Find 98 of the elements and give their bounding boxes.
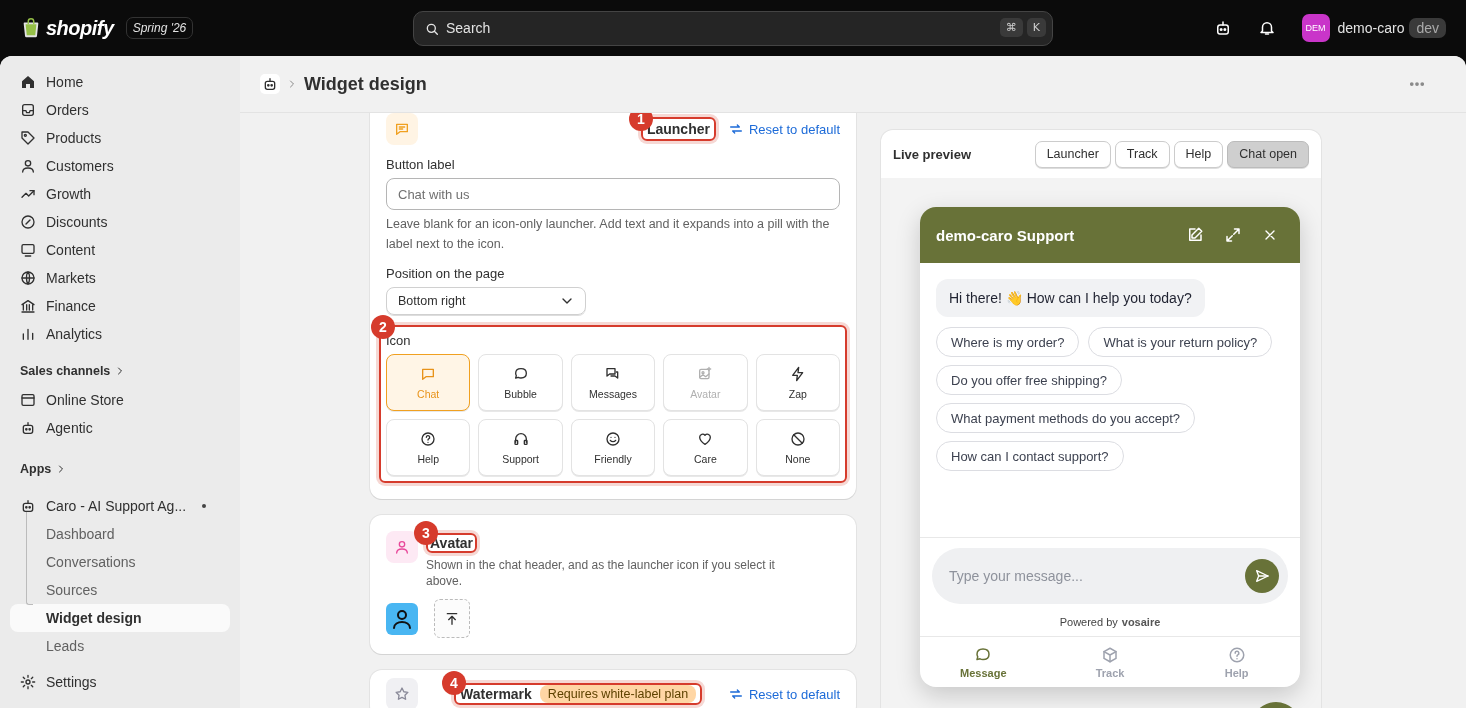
suggestion-chip[interactable]: How can I contact support? [936,441,1124,471]
speech-bubble-icon [512,365,529,382]
help-text: Leave blank for an icon-only launcher. Add text and it expands into a pill with the label next to the icon. [386,216,831,253]
bell-icon[interactable] [1257,19,1276,37]
preview-mode-tab[interactable]: Launcher [1034,140,1111,168]
suggestion-chip[interactable]: Where is my order? [936,327,1080,357]
field-label: Position on the page [386,266,506,281]
store-icon [20,392,36,408]
icon-option[interactable]: Friendly [570,419,656,476]
nav-item[interactable]: Content [10,236,230,264]
nav-item[interactable]: Home [10,68,230,96]
preview-mode-tab[interactable]: Help [1173,140,1224,168]
nav-item[interactable]: Growth [10,180,230,208]
nav-item[interactable]: Products [10,124,230,152]
icon-option[interactable]: Care [663,419,748,476]
suggestion-chip[interactable]: What payment methods do you accept? [936,403,1196,433]
ban-icon [789,430,806,447]
chat-icon [386,113,418,145]
smile-icon [605,430,621,447]
chat-title: demo-caro Support [936,226,1075,244]
person-icon [386,531,418,563]
house-icon [20,74,36,90]
percent-icon [20,214,36,230]
nav-item[interactable]: Customers [10,152,230,180]
position-select[interactable]: Bottom right [386,287,586,315]
subnav-item[interactable]: Leads [10,632,230,660]
robot-icon [20,420,36,436]
icon-option[interactable]: Zap [755,354,840,411]
robot-icon [260,74,280,94]
avatar-person-icon[interactable] [386,602,418,635]
card-title: Avatar [430,535,474,551]
lightning-icon [789,365,806,382]
robot-icon [20,498,36,514]
headphones-icon [512,430,529,447]
icon-option[interactable]: Support [478,419,563,476]
image-icon [697,365,714,382]
app-nav-item[interactable]: Caro - AI Support Ag... [10,492,230,520]
chat-message: Hi there! 👋 How can I help you today? [936,279,1205,317]
upload-icon [444,610,460,627]
panel-title: Live preview [893,146,972,162]
reset-icon [727,121,744,137]
plan-badge: Requires white-label plan [539,685,697,703]
monitor-icon [20,242,36,258]
step-marker: 2 [371,315,395,339]
logo-text: shopify [46,16,114,40]
subnav-item[interactable]: Widget design [10,604,230,632]
store-avatar[interactable]: DEM [1301,14,1330,42]
icon-option[interactable]: Help [386,419,471,476]
icon-option[interactable]: None [755,419,840,476]
globe-icon [20,270,36,286]
preview-mode-tab[interactable]: Chat open [1227,140,1309,168]
settings-nav-item[interactable]: Settings [10,668,230,696]
person-icon [20,158,36,174]
page-title: Widget design [304,73,427,95]
edition-badge: Spring '26 [125,17,194,39]
powered-by-text: Powered by [1059,616,1118,628]
environment-badge: dev [1409,18,1446,38]
field-label: Button label [386,157,456,172]
button-label-field[interactable]: Chat with us [386,178,840,210]
upload-button[interactable] [434,599,470,638]
send-icon [1254,568,1270,584]
suggestion-chip[interactable]: Do you offer free shipping? [936,365,1122,395]
bar-chart-icon [20,326,36,342]
nav-item[interactable]: Analytics [10,320,230,348]
reset-link[interactable]: Reset to default [727,686,840,702]
nav-item[interactable]: Finance [10,292,230,320]
nav-item[interactable]: Discounts [10,208,230,236]
sales-channels-heading[interactable]: Sales channels [20,362,230,380]
apps-heading[interactable]: Apps [20,460,230,478]
settings-icon [20,674,36,690]
messages-icon [605,365,621,382]
inbox-icon [20,102,36,118]
card-description: Shown in the chat header, and as the launcher icon if you select it above. [426,557,776,589]
suggestion-chip[interactable]: What is your return policy? [1088,327,1273,357]
nav-item[interactable]: Agentic [10,414,230,442]
status-dot [202,504,206,508]
help-icon [1227,645,1246,664]
icon-option[interactable]: Messages [570,354,656,411]
reset-icon [727,686,744,702]
subnav-item[interactable]: Dashboard [10,520,230,548]
brand-logo: vosaire [1121,616,1161,628]
nav-item[interactable]: Markets [10,264,230,292]
box-icon [1101,645,1119,664]
message-field[interactable]: Type your message... [932,548,1288,604]
expand-icon[interactable] [1224,226,1242,244]
tag-icon [20,130,36,146]
edit-icon[interactable] [1186,226,1204,244]
store-name[interactable]: demo-caro [1337,20,1405,36]
bank-icon [20,298,36,314]
reset-link[interactable]: Reset to default [727,121,840,137]
nav-item[interactable]: Orders [10,96,230,124]
chat-nav-tab[interactable]: Message [920,637,1047,687]
nav-item[interactable]: Online Store [10,386,230,414]
subnav-item[interactable]: Sources [10,576,230,604]
subnav-item[interactable]: Conversations [10,548,230,576]
preview-mode-tab[interactable]: Track [1114,140,1170,168]
icon-option[interactable]: Bubble [478,354,563,411]
help-icon [420,430,437,447]
